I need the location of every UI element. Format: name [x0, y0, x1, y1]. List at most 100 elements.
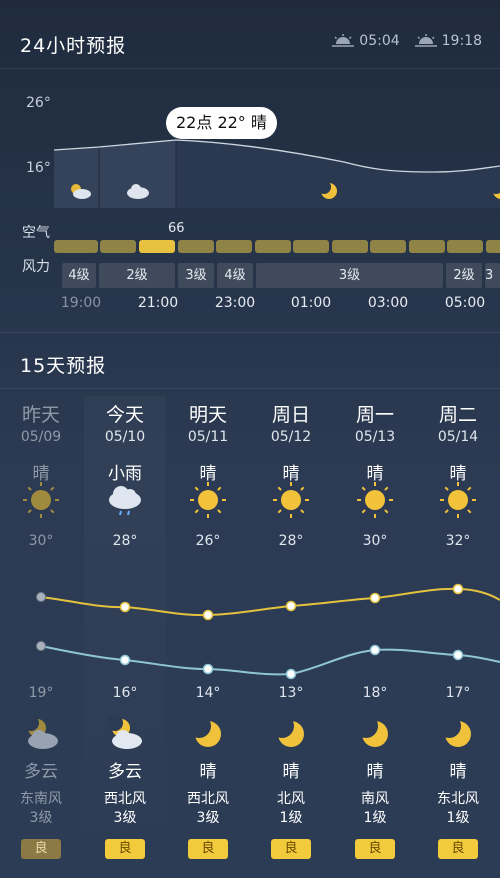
aqi-bar	[216, 240, 252, 253]
aqi-badge: 良	[21, 839, 61, 859]
aqi-badge: 良	[355, 839, 395, 859]
wind-direction: 东北风	[437, 791, 479, 807]
time-label: 03:00	[367, 295, 409, 311]
wind-direction: 南风	[361, 791, 389, 807]
wind-level: 1级	[446, 810, 470, 826]
sun-icon	[271, 480, 311, 520]
day-date: 05/09	[20, 429, 62, 445]
sun-times: 05:04 19:18	[331, 33, 482, 49]
cloudy-night-icon	[105, 715, 145, 752]
wind-level: 3级	[113, 810, 137, 826]
sun-icon	[355, 480, 395, 520]
day-column[interactable]: 昨天 05/09 晴	[0, 400, 83, 484]
sun-icon	[188, 480, 228, 520]
day-column[interactable]: 周一 05/13 晴	[333, 400, 417, 484]
wind-seg: 4级	[217, 263, 253, 288]
wind-seg: 3	[485, 263, 500, 288]
wind-level: 3级	[196, 810, 220, 826]
wind-seg: 2级	[446, 263, 482, 288]
wind-row-label: 风力	[22, 259, 50, 275]
aqi-value: 66	[168, 221, 185, 236]
wind-direction: 西北风	[187, 791, 229, 807]
temp-high: 32°	[445, 533, 471, 549]
wind: 南风 1级	[361, 790, 389, 828]
aqi-badge: 良	[105, 839, 145, 859]
aqi-bar	[178, 240, 214, 253]
divider	[0, 68, 500, 69]
day-date: 05/14	[437, 429, 479, 445]
night-condition: 多云	[24, 762, 58, 782]
divider	[0, 388, 500, 389]
day-date: 05/12	[270, 429, 312, 445]
temp-low: 13°	[278, 685, 304, 701]
day-column[interactable]: 周日 05/12 晴	[249, 400, 333, 484]
day-name: 昨天	[21, 404, 60, 426]
temp-low: 16°	[112, 685, 138, 701]
moon-icon	[318, 180, 337, 199]
aqi-bar	[293, 240, 329, 253]
aqi-bar	[486, 240, 500, 253]
wind-seg: 3级	[256, 263, 443, 288]
wind: 西北风 3级	[104, 790, 146, 828]
day-date: 05/10	[104, 429, 146, 445]
temp-high: 28°	[278, 533, 304, 549]
day-name: 今天	[105, 404, 144, 426]
aqi-bar	[100, 240, 136, 253]
wind-direction: 北风	[277, 791, 305, 807]
day-date: 05/11	[187, 429, 229, 445]
temp-low: 14°	[195, 685, 221, 701]
divider	[0, 332, 500, 333]
day-column[interactable]: 周二 05/14 晴	[416, 400, 500, 484]
sun-cloud-icon	[71, 184, 91, 199]
wind-direction: 西北风	[104, 791, 146, 807]
time-label: 23:00	[214, 295, 256, 311]
daily-title: 15天预报	[20, 355, 107, 377]
moon-icon	[354, 714, 395, 752]
temp-low: 17°	[445, 685, 471, 701]
moon-icon	[437, 714, 478, 752]
day-column[interactable]: 今天 05/10 小雨	[83, 400, 167, 484]
day-name: 明天	[188, 404, 227, 426]
temp-high: 26°	[195, 533, 221, 549]
moon-icon	[187, 714, 228, 752]
wind-seg: 4级	[62, 263, 96, 288]
hourly-tooltip: 22点 22° 晴	[166, 107, 277, 139]
wind-seg: 2级	[99, 263, 175, 288]
hourly-temp-chart[interactable]	[54, 100, 500, 208]
aqi-row-label: 空气	[22, 225, 50, 241]
moon-icon	[490, 180, 500, 199]
wind-direction: 东南风	[20, 791, 62, 807]
wind: 北风 1级	[277, 790, 305, 828]
time-label: 21:00	[137, 295, 179, 311]
aqi-bar	[255, 240, 291, 253]
wind-level: 1级	[363, 810, 387, 826]
temp-high: 30°	[362, 533, 388, 549]
time-label: 19:00	[60, 295, 102, 311]
time-label: 05:00	[444, 295, 486, 311]
night-condition: 晴	[366, 762, 384, 782]
moon-icon	[270, 714, 311, 752]
day-date: 05/13	[354, 429, 396, 445]
hourly-title: 24小时预报	[20, 35, 127, 57]
aqi-badge: 良	[271, 839, 311, 859]
aqi-bar	[409, 240, 445, 253]
aqi-bar	[332, 240, 368, 253]
aqi-badge: 良	[438, 839, 478, 859]
wind: 东南风 3级	[20, 790, 62, 828]
day-name: 周二	[438, 404, 477, 426]
cloudy-night-icon	[21, 715, 61, 752]
day-name: 周一	[355, 404, 394, 426]
temp-high: 28°	[112, 533, 138, 549]
aqi-badge: 良	[188, 839, 228, 859]
wind: 西北风 3级	[187, 790, 229, 828]
sunset: 19:18	[414, 33, 482, 49]
wind-level: 1级	[279, 810, 303, 826]
wind: 东北风 1级	[437, 790, 479, 828]
temp-high: 30°	[28, 533, 54, 549]
wind-level: 3级	[29, 810, 53, 826]
rain-icon	[105, 480, 145, 520]
axis-bottom-label: 16°	[26, 160, 51, 176]
night-condition: 晴	[282, 762, 300, 782]
day-column[interactable]: 明天 05/11 晴	[166, 400, 250, 484]
day-name: 周日	[271, 404, 310, 426]
